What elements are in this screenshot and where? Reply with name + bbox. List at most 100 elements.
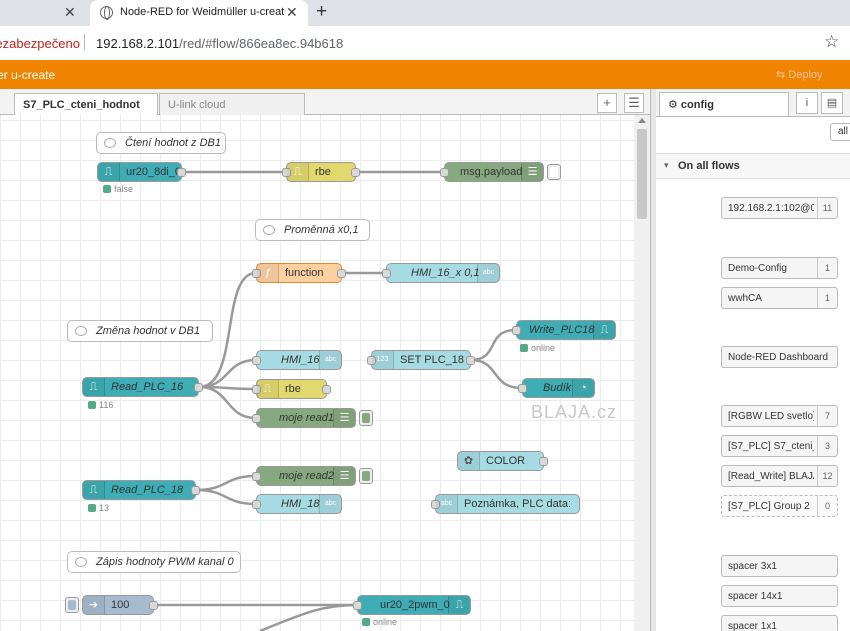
config-node-item[interactable]: wwhCA 1	[721, 287, 838, 309]
config-node-item[interactable]: Demo-Config 1	[721, 257, 838, 279]
output-port[interactable]	[322, 385, 331, 394]
wire	[195, 488, 257, 506]
close-tab-icon[interactable]: ✕	[286, 4, 298, 21]
node-hmi-18[interactable]: HMI_18 abc	[252, 494, 342, 514]
input-port[interactable]	[382, 269, 391, 278]
output-port[interactable]	[149, 601, 158, 610]
output-port[interactable]	[351, 168, 360, 177]
comment-zapis-pwm[interactable]: Zápis hodnoty PWM kanal 0	[67, 551, 241, 573]
node-function[interactable]: ƒ function	[252, 263, 346, 283]
tab-s7-plc-cteni-hodnot[interactable]: S7_PLC_cteni_hodnot	[14, 93, 158, 116]
debug-toggle-button[interactable]	[547, 164, 561, 180]
config-node-item[interactable]: [Read_Write] BLAJA 12	[721, 465, 838, 487]
bookmark-star-icon[interactable]: ☆	[824, 32, 839, 52]
debug-toggle-button[interactable]	[359, 410, 373, 426]
deploy-button[interactable]: ⇆ Deploy	[776, 68, 823, 81]
node-hmi-16-x[interactable]: HMI_16_x 0,1 abc	[382, 263, 500, 283]
add-flow-button[interactable]: +	[597, 93, 617, 113]
output-port[interactable]	[194, 383, 203, 392]
tab-u-link-cloud[interactable]: U-link cloud	[159, 93, 305, 115]
section-on-all-flows[interactable]: ▾ On all flows	[656, 153, 850, 179]
screen: ✕ Node-RED for Weidmüller u-create ✕ + N…	[0, 0, 850, 631]
browser-tabstrip: ✕ Node-RED for Weidmüller u-create ✕ +	[0, 0, 850, 26]
comment-cteni-hodnot[interactable]: Čtení hodnot z DB1	[96, 132, 226, 154]
node-rbe-2[interactable]: ⎍ rbe	[252, 379, 331, 399]
gauge-icon: ◔	[572, 379, 594, 397]
input-port[interactable]	[440, 168, 449, 177]
s7-icon: ⎍	[83, 481, 105, 499]
status-dot	[103, 185, 111, 193]
text-abc-icon: abc	[319, 495, 341, 513]
node-budik[interactable]: Budík ◔	[518, 378, 595, 398]
output-port[interactable]	[539, 457, 548, 466]
output-port[interactable]	[177, 168, 186, 177]
node-ur20-2pwm[interactable]: ur20_2pwm_0 ⎍	[353, 595, 471, 615]
config-node-name: spacer 14x1	[728, 591, 783, 602]
address-bar[interactable]: Nezabezpečeno 192.168.2.101/red/#flow/86…	[0, 26, 850, 60]
input-port[interactable]	[252, 414, 261, 423]
help-button[interactable]: ▤	[821, 92, 843, 114]
close-previous-tab-icon[interactable]: ✕	[64, 4, 76, 21]
node-inject-100[interactable]: ➔ 100	[65, 595, 158, 615]
input-port[interactable]	[252, 500, 261, 509]
config-node-item[interactable]: spacer 3x1	[721, 555, 838, 577]
url-text[interactable]: 192.168.2.101/red/#flow/866ea8ec.94b618	[96, 36, 343, 51]
debug-toggle-button[interactable]	[359, 468, 373, 484]
flow-list-button[interactable]: ☰	[624, 93, 644, 113]
scroll-up-icon[interactable]	[638, 118, 646, 123]
node-write-plc18[interactable]: Write_PLC18 ⎍	[512, 320, 616, 340]
output-port[interactable]	[337, 269, 346, 278]
sidebar-tab-config[interactable]: ⚙ config	[659, 92, 789, 116]
node-hmi-16[interactable]: HMI_16 abc	[252, 350, 342, 370]
node-ur20-8di[interactable]: ⎍ ur20_8di_0	[97, 162, 186, 182]
output-port[interactable]	[466, 356, 475, 365]
browser-tab-active[interactable]: Node-RED for Weidmüller u-create ✕	[90, 0, 308, 26]
node-poznamka[interactable]: abc Poznámka, PLC data:	[431, 494, 580, 514]
inject-button[interactable]	[65, 597, 79, 613]
output-port[interactable]	[191, 486, 200, 495]
new-tab-icon[interactable]: +	[316, 1, 327, 23]
tab-label: U-link cloud	[168, 99, 226, 111]
node-rbe-1[interactable]: ⎍ rbe	[282, 162, 360, 182]
config-node-item[interactable]: 192.168.2.1:102@0:111	[721, 197, 838, 219]
config-node-count: 1	[817, 258, 837, 278]
config-node-name: Node-RED Dashboard	[728, 352, 829, 363]
comment-icon	[104, 138, 116, 148]
node-color[interactable]: ✿ COLOR	[457, 451, 548, 471]
comment-text: Změna hodnot v DB1	[96, 325, 200, 337]
node-debug-moje-read2[interactable]: moje read2 ☰	[252, 466, 373, 486]
config-node-item-unused[interactable]: [S7_PLC] Group 2 0	[721, 495, 838, 517]
config-node-item[interactable]: [RGBW LED svetlo] S7	[721, 405, 838, 427]
config-node-item[interactable]: spacer 1x1	[721, 615, 838, 631]
input-port[interactable]	[252, 472, 261, 481]
filter-all-button[interactable]: all	[830, 123, 850, 141]
function-icon: ƒ	[257, 264, 279, 282]
config-node-item[interactable]: Node-RED Dashboard	[721, 346, 838, 368]
flow-canvas[interactable]: Čtení hodnot z DB1 Proměnná x0,1 Změna h…	[0, 115, 634, 631]
node-debug-moje-read1[interactable]: moje read1 ☰	[252, 408, 373, 428]
workspace-tabs: S7_PLC_cteni_hodnot U-link cloud + ☰	[0, 89, 650, 116]
node-label: Read_PLC_16	[111, 381, 184, 393]
input-port[interactable]	[512, 326, 521, 335]
comment-icon	[75, 326, 87, 336]
input-port[interactable]	[252, 356, 261, 365]
canvas-vertical-scrollbar[interactable]	[634, 115, 650, 631]
config-node-item[interactable]: spacer 14x1	[721, 585, 838, 607]
comment-promenna[interactable]: Proměnná x0,1	[255, 219, 370, 241]
s7-icon: ⎍	[98, 163, 120, 181]
node-debug-msg-payload[interactable]: msg.payload ☰	[440, 162, 561, 182]
comment-zmena-hodnot[interactable]: Změna hodnot v DB1	[67, 320, 213, 342]
debug-icon: ☰	[521, 163, 543, 181]
node-set-plc-18[interactable]: 123 SET PLC_18	[367, 350, 475, 370]
input-port[interactable]	[353, 601, 362, 610]
insecure-label[interactable]: Nezabezpečeno	[0, 36, 80, 51]
node-read-plc-16[interactable]: ⎍ Read_PLC_16	[82, 377, 203, 397]
url-path: /red/#flow/866ea8ec.94b618	[179, 36, 344, 51]
input-port[interactable]	[518, 384, 527, 393]
rbe-icon: ⎍	[287, 163, 309, 181]
node-label: Budík	[543, 382, 572, 394]
scrollbar-thumb[interactable]	[637, 129, 647, 219]
config-node-item[interactable]: [S7_PLC] S7_cteni_h3	[721, 435, 838, 457]
node-read-plc-18[interactable]: ⎍ Read_PLC_18	[82, 480, 200, 500]
info-button[interactable]: i	[796, 92, 818, 114]
